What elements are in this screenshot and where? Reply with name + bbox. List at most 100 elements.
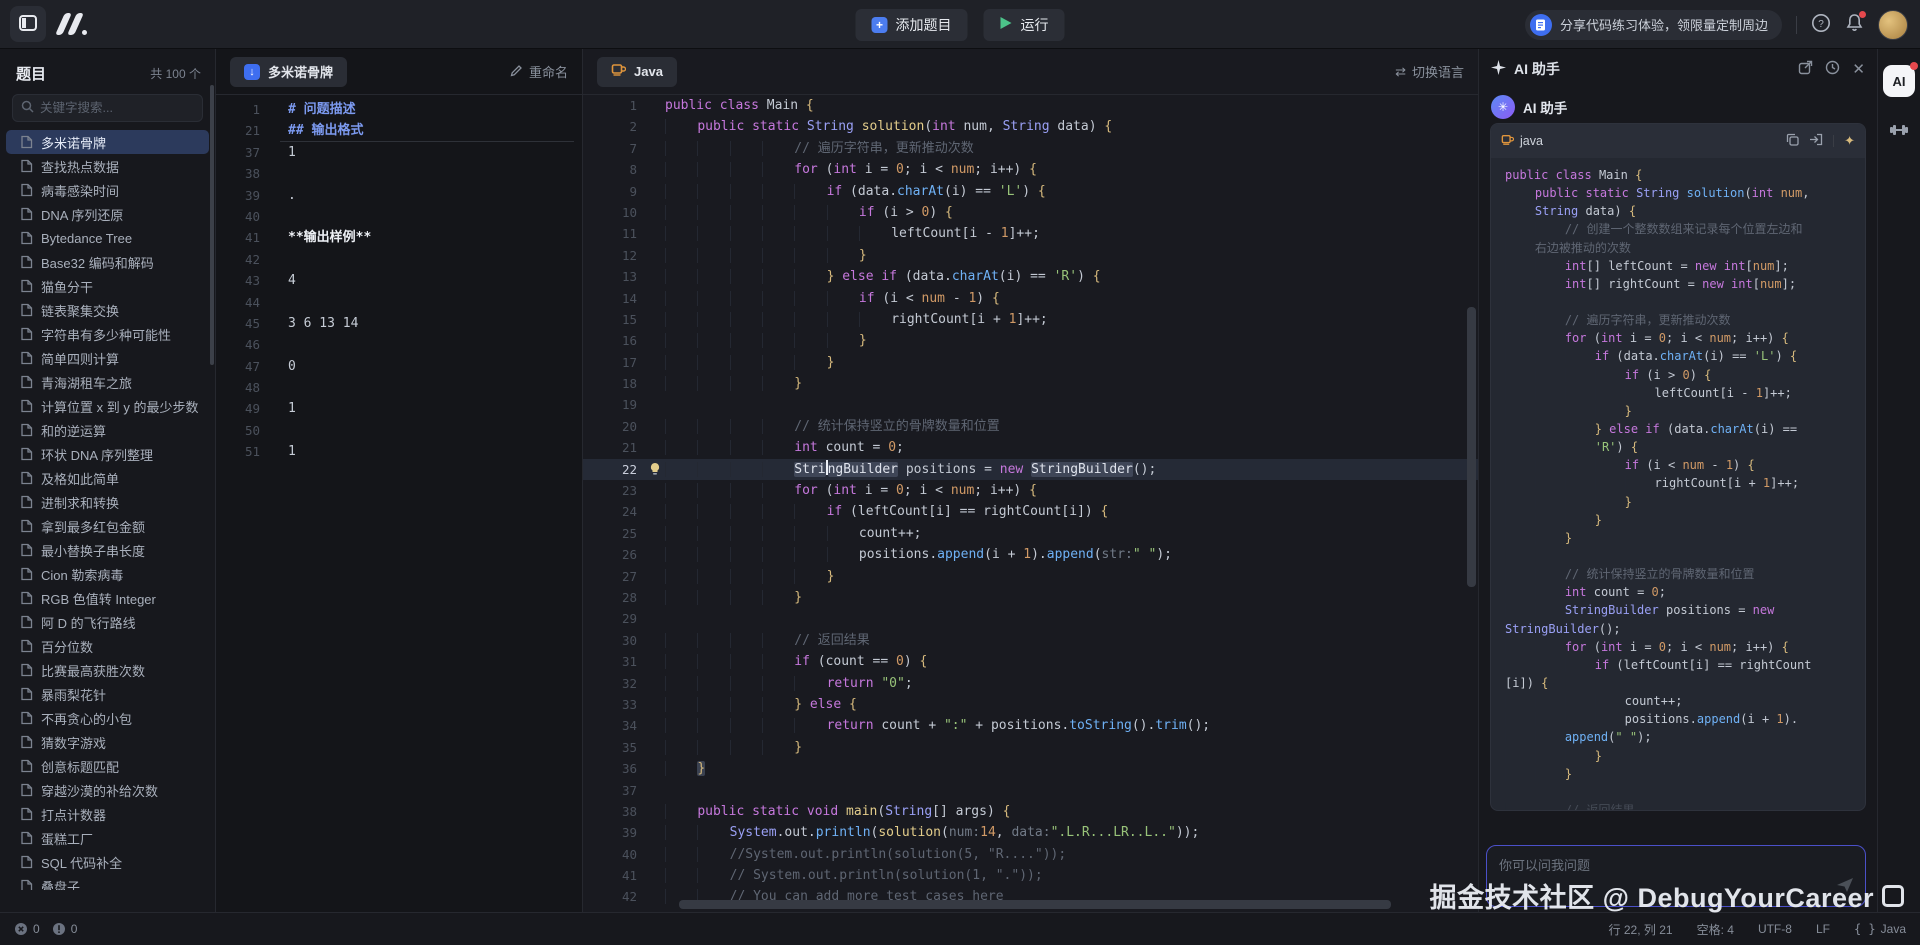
code-line[interactable]: 35 }: [583, 737, 1478, 758]
ai-code-line[interactable]: if (leftCount[i] == rightCount: [1505, 656, 1851, 674]
ai-code-line[interactable]: }: [1505, 402, 1851, 420]
close-icon[interactable]: ✕: [1852, 60, 1865, 78]
ai-code-line[interactable]: if (i < num - 1) {: [1505, 456, 1851, 474]
code-line[interactable]: 8 for (int i = 0; i < num; i++) {: [583, 159, 1478, 180]
description-line[interactable]: 38: [216, 163, 582, 184]
problem-item[interactable]: 青海湖租车之旅: [6, 370, 209, 394]
code-line[interactable]: 33 } else {: [583, 694, 1478, 715]
ai-code-line[interactable]: public static String solution(int num,: [1505, 184, 1851, 202]
problem-item[interactable]: 链表聚集交换: [6, 298, 209, 322]
share-icon[interactable]: [1798, 60, 1813, 78]
ai-code-line[interactable]: }: [1505, 493, 1851, 511]
code-line[interactable]: 26 positions.append(i + 1).append(str:" …: [583, 544, 1478, 565]
ai-code-line[interactable]: [i]) {: [1505, 674, 1851, 692]
code-line[interactable]: 41 // System.out.println(solution(1, "."…: [583, 865, 1478, 886]
problem-item[interactable]: 比赛最高获胜次数: [6, 658, 209, 682]
notifications-button[interactable]: [1845, 13, 1864, 36]
problem-item[interactable]: 打点计数器: [6, 802, 209, 826]
problem-item[interactable]: Bytedance Tree: [6, 226, 209, 250]
problem-item[interactable]: 最小替换子串长度: [6, 538, 209, 562]
eol-setting[interactable]: LF: [1816, 922, 1830, 936]
problem-item[interactable]: 计算位置 x 到 y 的最少步数: [6, 394, 209, 418]
send-icon[interactable]: [1835, 875, 1855, 898]
code-line[interactable]: 36 }: [583, 758, 1478, 779]
problem-item[interactable]: 及格如此简单: [6, 466, 209, 490]
code-line[interactable]: 11 leftCount[i - 1]++;: [583, 223, 1478, 244]
run-button[interactable]: 运行: [984, 9, 1065, 41]
code-line[interactable]: 18 }: [583, 373, 1478, 394]
code-line[interactable]: 30 // 返回结果: [583, 630, 1478, 651]
code-line[interactable]: 24 if (leftCount[i] == rightCount[i]) {: [583, 501, 1478, 522]
language-tab-java[interactable]: Java: [597, 57, 677, 87]
ai-code-line[interactable]: // 遍历字符串，更新推动次数: [1505, 311, 1851, 329]
exercise-dumbbell-icon[interactable]: [1888, 119, 1910, 144]
ai-code-line[interactable]: // 返回结果: [1505, 801, 1851, 811]
ai-code-line[interactable]: String data) {: [1505, 202, 1851, 220]
ai-code-line[interactable]: leftCount[i - 1]++;: [1505, 384, 1851, 402]
promo-banner[interactable]: 分享代码练习体验，领限量定制周边: [1525, 10, 1782, 40]
ai-code-line[interactable]: }: [1505, 765, 1851, 783]
problem-item[interactable]: 多米诺骨牌: [6, 130, 209, 154]
ai-code-line[interactable]: int count = 0;: [1505, 583, 1851, 601]
problem-item[interactable]: Base32 编码和解码: [6, 250, 209, 274]
problem-item[interactable]: 字符串有多少种可能性: [6, 322, 209, 346]
problem-item[interactable]: 查找热点数据: [6, 154, 209, 178]
ai-code-line[interactable]: append(" ");: [1505, 728, 1851, 746]
description-line[interactable]: 1# 问题描述: [216, 99, 582, 120]
problem-item[interactable]: SQL 代码补全: [6, 850, 209, 874]
code-line[interactable]: 2 public static String solution(int num,…: [583, 116, 1478, 137]
description-line[interactable]: 470: [216, 356, 582, 377]
ai-chat-textarea[interactable]: [1499, 855, 1853, 897]
ai-code-line[interactable]: for (int i = 0; i < num; i++) {: [1505, 329, 1851, 347]
code-line[interactable]: 16 }: [583, 330, 1478, 351]
ai-code-line[interactable]: }: [1505, 747, 1851, 765]
code-line[interactable]: 17 }: [583, 352, 1478, 373]
problem-item[interactable]: 不再贪心的小包: [6, 706, 209, 730]
code-line[interactable]: 21 int count = 0;: [583, 437, 1478, 458]
ai-code-line[interactable]: }: [1505, 511, 1851, 529]
insert-code-icon[interactable]: [1809, 133, 1823, 149]
ai-code-line[interactable]: rightCount[i + 1]++;: [1505, 474, 1851, 492]
problem-item[interactable]: 叠盘子: [6, 874, 209, 890]
code-line[interactable]: 25 count++;: [583, 523, 1478, 544]
code-line[interactable]: 39 System.out.println(solution(num:14, d…: [583, 822, 1478, 843]
description-line[interactable]: 44: [216, 292, 582, 313]
code-line[interactable]: 20 // 统计保持竖立的骨牌数量和位置: [583, 416, 1478, 437]
problem-item[interactable]: 猫鱼分干: [6, 274, 209, 298]
code-line[interactable]: 37: [583, 780, 1478, 801]
ai-code-line[interactable]: int[] leftCount = new int[num];: [1505, 257, 1851, 275]
problem-item[interactable]: 病毒感染时间: [6, 178, 209, 202]
code-line[interactable]: 32 return "0";: [583, 673, 1478, 694]
problem-item[interactable]: 穿越沙漠的补给次数: [6, 778, 209, 802]
ai-code-line[interactable]: // 创建一个整数数组来记录每个位置左边和: [1505, 220, 1851, 238]
code-line[interactable]: 23 for (int i = 0; i < num; i++) {: [583, 480, 1478, 501]
problem-item[interactable]: 和的逆运算: [6, 418, 209, 442]
code-line[interactable]: 10 if (i > 0) {: [583, 202, 1478, 223]
code-line[interactable]: 12 }: [583, 245, 1478, 266]
code-line[interactable]: 9 if (data.charAt(i) == 'L') {: [583, 181, 1478, 202]
description-line[interactable]: 371: [216, 142, 582, 163]
editor-horizontal-scrollbar[interactable]: [679, 900, 1391, 909]
ai-code-line[interactable]: }: [1505, 529, 1851, 547]
editor-vertical-scrollbar[interactable]: [1467, 307, 1476, 587]
description-line[interactable]: 21## 输出格式: [216, 120, 582, 141]
marscode-logo[interactable]: [60, 13, 87, 35]
description-line[interactable]: 434: [216, 270, 582, 291]
problem-item[interactable]: Cion 勒索病毒: [6, 562, 209, 586]
ai-code-line[interactable]: if (i > 0) {: [1505, 366, 1851, 384]
ai-code-line[interactable]: // 统计保持竖立的骨牌数量和位置: [1505, 565, 1851, 583]
problem-item[interactable]: 环状 DNA 序列整理: [6, 442, 209, 466]
cursor-position[interactable]: 行 22, 列 21: [1609, 921, 1673, 938]
description-line[interactable]: 511: [216, 441, 582, 462]
ai-code-line[interactable]: [1505, 293, 1851, 311]
ai-code-line[interactable]: 右边被推动的次数: [1505, 239, 1851, 257]
problem-item[interactable]: 进制求和转换: [6, 490, 209, 514]
error-count[interactable]: 0: [14, 922, 40, 936]
ai-code-line[interactable]: public class Main {: [1505, 166, 1851, 184]
description-line[interactable]: 48: [216, 377, 582, 398]
ai-code-line[interactable]: StringBuilder();: [1505, 620, 1851, 638]
code-line[interactable]: 22 StringBuilder positions = new StringB…: [583, 459, 1478, 480]
code-line[interactable]: 7 // 遍历字符串，更新推动次数: [583, 138, 1478, 159]
code-line[interactable]: 31 if (count == 0) {: [583, 651, 1478, 672]
ai-code-line[interactable]: count++;: [1505, 692, 1851, 710]
